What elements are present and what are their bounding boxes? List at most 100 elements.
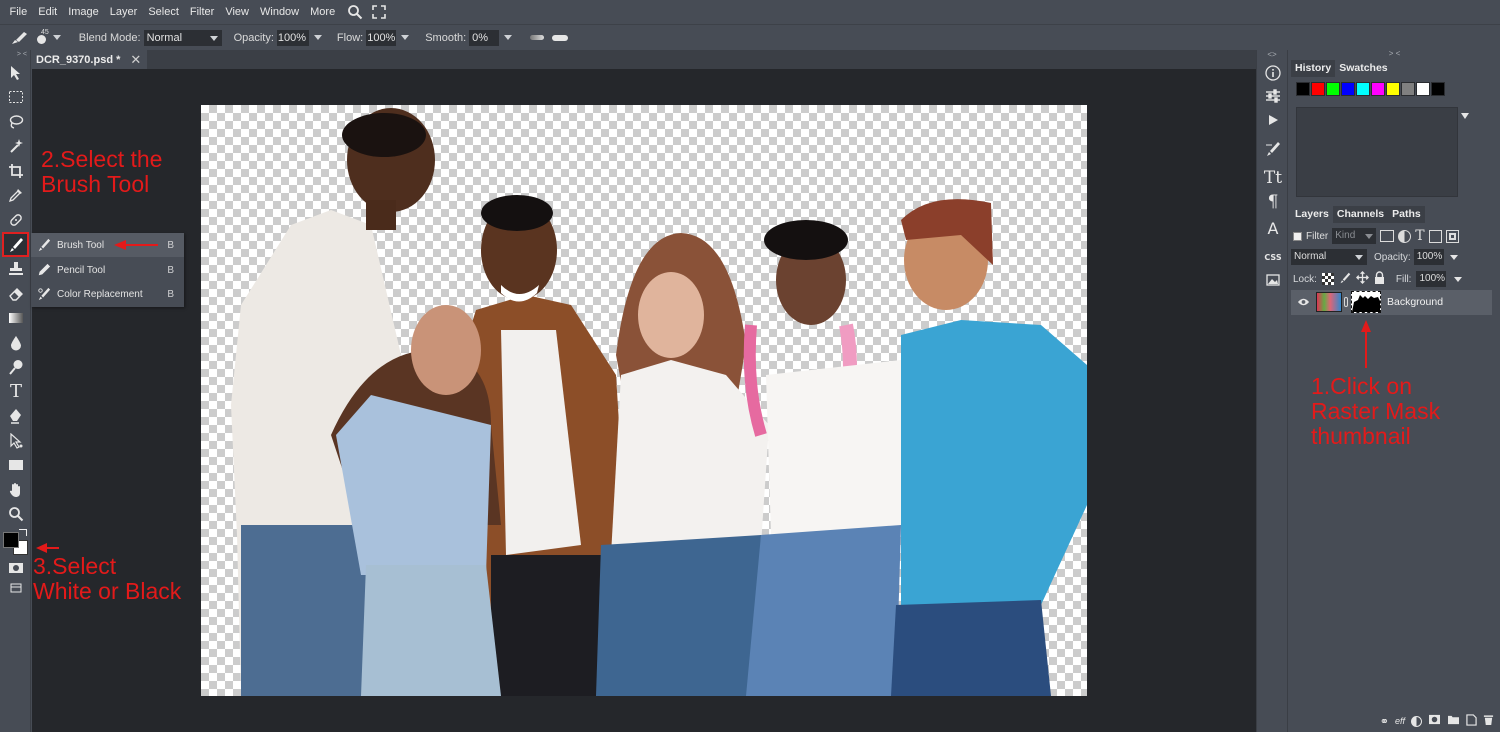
- layer-row-background[interactable]: Background: [1291, 290, 1492, 315]
- lock-brush-icon[interactable]: [1339, 272, 1351, 287]
- tab-swatches[interactable]: Swatches: [1335, 60, 1392, 77]
- adjustments-icon[interactable]: [1262, 85, 1284, 107]
- character-icon[interactable]: Tt: [1262, 167, 1284, 189]
- healing-brush-icon[interactable]: [4, 209, 28, 231]
- layer-opacity-input[interactable]: 100%: [1413, 249, 1444, 265]
- glyphs-icon[interactable]: A: [1262, 217, 1284, 239]
- zoom-tool-icon[interactable]: [4, 503, 28, 525]
- move-tool-icon[interactable]: [4, 62, 28, 84]
- swatch[interactable]: [1326, 82, 1340, 96]
- shape-tool-icon[interactable]: [4, 454, 28, 476]
- eyedropper-icon[interactable]: [4, 184, 28, 206]
- brush-size-picker[interactable]: 45: [37, 29, 61, 44]
- filter-image-icon[interactable]: [1380, 230, 1395, 242]
- flyout-pencil-tool[interactable]: Pencil Tool B: [31, 258, 184, 282]
- type-tool-icon[interactable]: T: [4, 380, 28, 402]
- brush-tool-button[interactable]: [2, 232, 29, 257]
- menu-view[interactable]: View: [220, 6, 255, 18]
- marquee-tool-icon[interactable]: [4, 86, 28, 108]
- paragraph-icon[interactable]: ¶: [1262, 191, 1284, 213]
- smooth-input[interactable]: 0%: [469, 29, 500, 46]
- swatch[interactable]: [1431, 82, 1445, 96]
- flyout-brush-tool[interactable]: Brush Tool B: [31, 233, 184, 257]
- canvas[interactable]: [201, 105, 1087, 696]
- pen-tool-icon[interactable]: [4, 405, 28, 427]
- delete-layer-icon[interactable]: [1483, 714, 1494, 729]
- lock-transparency-icon[interactable]: [1321, 273, 1334, 285]
- blend-mode-select[interactable]: Normal: [143, 29, 222, 46]
- raster-mask-thumbnail[interactable]: [1351, 291, 1381, 313]
- rightpanel-collapse-icon[interactable]: > <: [1289, 50, 1500, 58]
- filter-checkbox[interactable]: [1293, 231, 1302, 241]
- lock-all-icon[interactable]: [1374, 271, 1385, 287]
- tab-layers[interactable]: Layers: [1291, 206, 1333, 223]
- new-group-icon[interactable]: [1447, 714, 1460, 728]
- swatch[interactable]: [1341, 82, 1355, 96]
- layer-effects-icon[interactable]: eff: [1395, 716, 1405, 726]
- layer-opacity-dropdown-icon[interactable]: [1449, 254, 1458, 260]
- flow-input[interactable]: 100%: [366, 29, 397, 46]
- fullscreen-icon[interactable]: [369, 2, 389, 22]
- swap-colors-icon[interactable]: [19, 529, 27, 536]
- swatch[interactable]: [1386, 82, 1400, 96]
- quick-mask-icon[interactable]: [4, 557, 28, 579]
- screen-mode-icon[interactable]: [4, 577, 28, 599]
- opacity-input[interactable]: 100%: [276, 29, 309, 46]
- hand-tool-icon[interactable]: [4, 479, 28, 501]
- layer-blend-select[interactable]: Normal: [1291, 249, 1367, 265]
- menu-edit[interactable]: Edit: [33, 6, 63, 18]
- swatch[interactable]: [1416, 82, 1430, 96]
- foreground-color-swatch[interactable]: [3, 532, 19, 548]
- stamp-tool-icon[interactable]: [4, 258, 28, 280]
- link-layers-icon[interactable]: ⚭: [1380, 715, 1389, 728]
- play-actions-icon[interactable]: [1262, 109, 1284, 131]
- tab-channels[interactable]: Channels: [1332, 206, 1389, 223]
- menu-file[interactable]: File: [4, 6, 33, 18]
- fill-dropdown-icon[interactable]: [1454, 276, 1463, 282]
- close-icon[interactable]: ✕: [130, 52, 141, 68]
- color-swatches-widget[interactable]: [3, 529, 29, 555]
- pressure-large-icon[interactable]: [552, 34, 569, 41]
- gradient-tool-icon[interactable]: [4, 307, 28, 329]
- document-tab[interactable]: DCR_9370.psd * ✕: [32, 50, 148, 69]
- path-select-icon[interactable]: [4, 430, 28, 452]
- dodge-tool-icon[interactable]: [4, 356, 28, 378]
- css-icon[interactable]: CSS: [1262, 246, 1284, 268]
- tab-history[interactable]: History: [1291, 60, 1336, 77]
- tab-paths[interactable]: Paths: [1388, 206, 1425, 223]
- swatch[interactable]: [1311, 82, 1325, 96]
- lock-move-icon[interactable]: [1355, 271, 1369, 287]
- swatch-area[interactable]: [1296, 107, 1458, 197]
- swatch[interactable]: [1356, 82, 1370, 96]
- menu-more[interactable]: More: [305, 6, 341, 18]
- brush-settings-icon[interactable]: [1262, 138, 1284, 160]
- swatch[interactable]: [1371, 82, 1385, 96]
- filter-adjust-icon[interactable]: [1398, 229, 1412, 243]
- eraser-tool-icon[interactable]: [4, 283, 28, 305]
- menu-image[interactable]: Image: [63, 6, 105, 18]
- smooth-dropdown-icon[interactable]: [504, 35, 513, 40]
- brush-preset-icon[interactable]: [9, 30, 31, 46]
- info-icon[interactable]: [1262, 62, 1284, 84]
- new-layer-icon[interactable]: [1466, 713, 1477, 729]
- menu-filter[interactable]: Filter: [184, 6, 219, 18]
- midcol-expand-icon[interactable]: <>: [1257, 50, 1287, 60]
- menu-layer[interactable]: Layer: [104, 6, 143, 18]
- visibility-eye-icon[interactable]: [1297, 296, 1310, 311]
- image-icon[interactable]: [1262, 269, 1284, 291]
- flyout-color-replacement-tool[interactable]: Color Replacement B: [31, 282, 184, 306]
- menu-select[interactable]: Select: [143, 6, 185, 18]
- add-mask-icon[interactable]: [1428, 714, 1441, 728]
- swatch[interactable]: [1296, 82, 1310, 96]
- filter-smart-icon[interactable]: [1445, 229, 1459, 243]
- menu-window[interactable]: Window: [255, 6, 305, 18]
- crop-tool-icon[interactable]: [4, 160, 28, 182]
- kind-select[interactable]: Kind: [1332, 228, 1377, 244]
- toolbar-collapse-icon[interactable]: > <: [0, 50, 30, 60]
- pressure-small-icon[interactable]: [530, 35, 545, 40]
- swatch[interactable]: [1401, 82, 1415, 96]
- adjustment-layer-icon[interactable]: [1411, 715, 1422, 727]
- filter-type-icon[interactable]: T: [1415, 228, 1424, 244]
- lasso-tool-icon[interactable]: [4, 111, 28, 133]
- magic-wand-icon[interactable]: [4, 135, 28, 157]
